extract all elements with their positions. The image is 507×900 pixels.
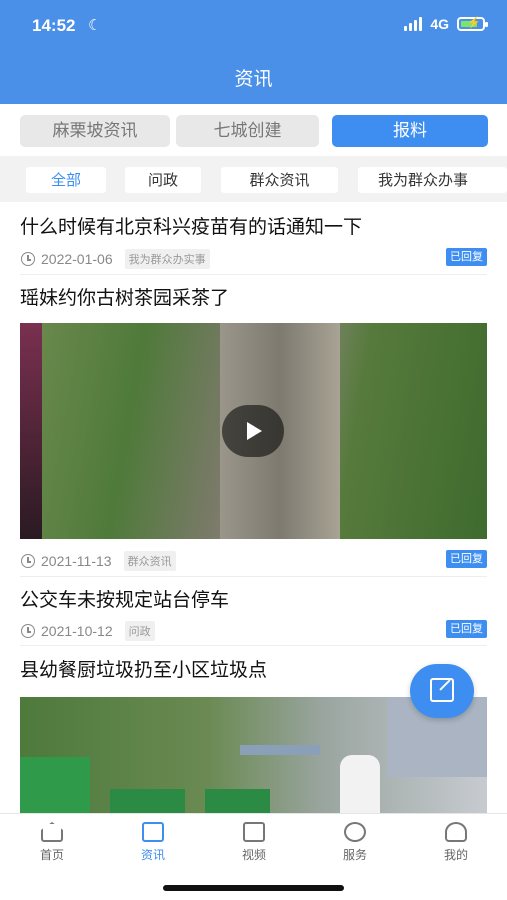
news-date: 2021-11-13 (41, 553, 112, 569)
news-image[interactable] (20, 697, 487, 813)
tv-icon (243, 822, 265, 842)
edit-icon (430, 678, 454, 702)
news-tag: 群众资讯 (123, 551, 176, 571)
video-thumbnail[interactable] (20, 323, 487, 539)
photo-bin (110, 789, 185, 813)
news-meta: 2022-01-06 我为群众办实事 (21, 249, 210, 269)
tab-home[interactable]: 首页 (22, 822, 82, 863)
tab-news[interactable]: 资讯 (123, 822, 183, 863)
news-date: 2022-01-06 (41, 251, 113, 267)
play-icon[interactable] (222, 405, 284, 457)
clock-icon (21, 554, 35, 568)
segment-malipo-news[interactable]: 麻栗坡资讯 (20, 115, 170, 147)
news-meta: 2021-10-12 问政 (21, 621, 155, 641)
tab-label: 首页 (39, 848, 64, 862)
network-label: 4G (430, 16, 449, 32)
tab-label: 服务 (342, 848, 367, 862)
clock-icon (21, 624, 35, 638)
news-tag: 问政 (124, 621, 155, 641)
news-tag: 我为群众办实事 (124, 249, 210, 269)
clock-icon (21, 252, 35, 266)
news-meta: 2021-11-13 群众资讯 (21, 551, 176, 571)
compose-button[interactable] (410, 664, 474, 718)
page-title: 资讯 (234, 68, 273, 90)
status-indicators: 4G ⚡ (404, 16, 488, 32)
status-time: 14:52 (32, 16, 76, 35)
tab-label: 我的 (443, 848, 468, 862)
divider (20, 645, 487, 646)
home-indicator[interactable] (163, 885, 344, 891)
filter-serve-public[interactable]: 我为群众办事 (358, 167, 507, 193)
tab-mine[interactable]: 我的 (426, 822, 486, 863)
divider (20, 576, 487, 577)
battery-icon: ⚡ (457, 17, 488, 31)
news-title[interactable]: 县幼餐厨垃圾扔至小区垃圾点 (20, 655, 267, 682)
photo-shelter (240, 745, 320, 755)
photo-bin (20, 757, 90, 813)
signal-icon (404, 17, 423, 31)
news-title[interactable]: 公交车未按规定站台停车 (20, 585, 229, 612)
status-badge: 已回复 (446, 248, 487, 266)
photo-worker (340, 755, 380, 813)
tab-label: 资讯 (140, 848, 165, 862)
header: 14:52 ☾ 4G ⚡ 资讯 (0, 0, 507, 104)
tab-video[interactable]: 视频 (224, 822, 284, 863)
tab-service[interactable]: 服务 (325, 822, 385, 863)
news-icon (142, 822, 164, 842)
heart-icon (344, 822, 366, 842)
video-figure (20, 323, 42, 539)
divider (20, 274, 487, 275)
user-icon (445, 822, 467, 842)
photo-bin (205, 789, 270, 813)
status-badge: 已回复 (446, 550, 487, 568)
segment-seven-cities[interactable]: 七城创建 (176, 115, 319, 147)
filter-inquiry[interactable]: 问政 (125, 167, 201, 193)
tab-label: 视频 (241, 848, 266, 862)
news-date: 2021-10-12 (41, 623, 113, 639)
filter-all[interactable]: 全部 (26, 167, 106, 193)
segment-report[interactable]: 报料 (332, 115, 488, 147)
moon-icon: ☾ (88, 16, 102, 34)
filter-public-news[interactable]: 群众资讯 (221, 167, 338, 193)
home-icon (41, 822, 63, 842)
news-title[interactable]: 瑶妹约你古树茶园采茶了 (20, 283, 229, 310)
status-badge: 已回复 (446, 620, 487, 638)
news-title[interactable]: 什么时候有北京科兴疫苗有的话通知一下 (20, 212, 362, 239)
